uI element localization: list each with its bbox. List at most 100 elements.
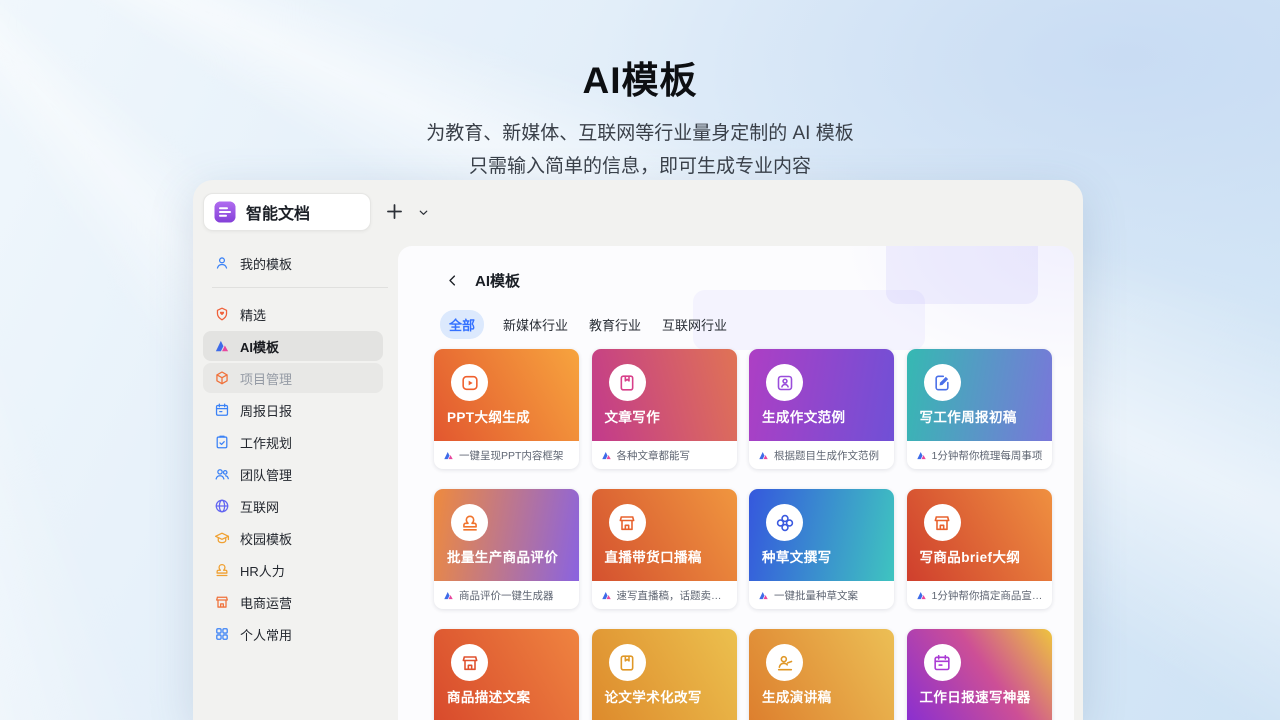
ai-logo-icon	[758, 450, 769, 461]
ai-logo-icon	[601, 590, 612, 601]
card-title: 直播带货口播稿	[605, 546, 702, 566]
play-square-icon	[451, 364, 488, 401]
template-card-2[interactable]: 生成作文范例 根据题目生成作文范例	[749, 349, 894, 469]
clipboard-check-icon	[214, 434, 230, 450]
page-subtitle-line1: 为教育、新媒体、互联网等行业量身定制的 AI 模板	[0, 118, 1280, 151]
panel-title: AI模板	[475, 270, 520, 291]
sidebar-item-label: 个人常用	[240, 625, 292, 644]
template-card-7[interactable]: 写商品brief大纲 1分钟帮你搞定商品宣传…	[907, 489, 1052, 609]
chevron-down-icon	[417, 206, 430, 219]
sidebar-item-11[interactable]: 个人常用	[203, 619, 383, 649]
sidebar-item-4[interactable]: 周报日报	[203, 395, 383, 425]
card-footer: 一键呈现PPT内容框架	[434, 441, 579, 469]
sidebar-item-1[interactable]: 精选	[203, 299, 383, 329]
card-title: 文章写作	[605, 406, 661, 426]
page-subtitle: 为教育、新媒体、互联网等行业量身定制的 AI 模板 只需输入简单的信息，即可生成…	[0, 118, 1280, 183]
app-tab-smart-doc[interactable]: 智能文档	[203, 193, 371, 231]
card-title: 论文学术化改写	[605, 686, 702, 706]
tab-dropdown-button[interactable]	[415, 205, 431, 219]
template-card-6[interactable]: 种草文撰写 一键批量种草文案	[749, 489, 894, 609]
sidebar-item-2[interactable]: AI模板	[203, 331, 383, 361]
template-card-0[interactable]: PPT大纲生成 一键呈现PPT内容框架	[434, 349, 579, 469]
plus-icon	[384, 201, 405, 222]
category-tabs: 全部新媒体行业教育行业互联网行业	[440, 310, 729, 339]
template-card-3[interactable]: 写工作周报初稿 1分钟帮你梳理每周事项	[907, 349, 1052, 469]
template-card-10[interactable]: 生成演讲稿	[749, 629, 894, 720]
sidebar-item-3[interactable]: 项目管理	[203, 363, 383, 393]
new-tab-button[interactable]	[383, 200, 405, 222]
card-description: 各种文章都能写	[617, 448, 691, 463]
sidebar-item-label: 工作规划	[240, 433, 292, 452]
card-cover: 直播带货口播稿	[592, 489, 737, 581]
person-card-icon	[766, 364, 803, 401]
card-cover: 种草文撰写	[749, 489, 894, 581]
card-cover: 论文学术化改写	[592, 629, 737, 720]
page-title: AI模板	[0, 50, 1280, 104]
ai-logo-icon	[758, 590, 769, 601]
card-footer: 商品评价一键生成器	[434, 581, 579, 609]
ai-logo-icon	[443, 590, 454, 601]
speaker-icon	[766, 644, 803, 681]
sidebar-item-label: 周报日报	[240, 401, 292, 420]
tab-0[interactable]: 全部	[440, 310, 484, 339]
heart-badge-icon	[214, 306, 230, 322]
template-card-4[interactable]: 批量生产商品评价 商品评价一键生成器	[434, 489, 579, 609]
tab-2[interactable]: 教育行业	[587, 310, 643, 339]
sidebar-item-label: 团队管理	[240, 465, 292, 484]
card-description: 根据题目生成作文范例	[774, 448, 879, 463]
app-window: 智能文档 我的模板 精选 AI模板 项目管理 周报日报 工作规划 团队管理 互联…	[193, 180, 1083, 720]
sidebar-item-label: 互联网	[240, 497, 279, 516]
back-button[interactable]	[445, 273, 461, 289]
card-footer: 一键批量种草文案	[749, 581, 894, 609]
card-cover: 商品描述文案	[434, 629, 579, 720]
users-icon	[214, 466, 230, 482]
card-cover: 写工作周报初稿	[907, 349, 1052, 441]
sidebar-item-10[interactable]: 电商运营	[203, 587, 383, 617]
chevron-left-icon	[445, 273, 460, 289]
template-card-11[interactable]: 工作日报速写神器	[907, 629, 1052, 720]
sidebar-item-0[interactable]: 我的模板	[203, 248, 383, 278]
sidebar-item-7[interactable]: 互联网	[203, 491, 383, 521]
card-description: 一键批量种草文案	[774, 588, 858, 603]
card-footer: 速写直播稿，话题卖点…	[592, 581, 737, 609]
calendar-icon	[924, 644, 961, 681]
book-icon	[609, 644, 646, 681]
store-icon	[214, 594, 230, 610]
card-cover: 批量生产商品评价	[434, 489, 579, 581]
template-card-8[interactable]: 商品描述文案	[434, 629, 579, 720]
tab-3[interactable]: 互联网行业	[660, 310, 729, 339]
app-tab-label: 智能文档	[246, 200, 310, 224]
content-panel: AI模板 全部新媒体行业教育行业互联网行业 PPT大纲生成 一键呈现PPT内容框…	[398, 246, 1074, 720]
edit-doc-icon	[924, 364, 961, 401]
card-title: 写工作周报初稿	[920, 406, 1017, 426]
sidebar-item-8[interactable]: 校园模板	[203, 523, 383, 553]
card-description: 1分钟帮你搞定商品宣传…	[932, 588, 1043, 603]
sidebar-item-5[interactable]: 工作规划	[203, 427, 383, 457]
store-icon	[609, 504, 646, 541]
card-footer: 根据题目生成作文范例	[749, 441, 894, 469]
template-card-grid: PPT大纲生成 一键呈现PPT内容框架 文章写作 各种文章都能写 生成作文范例 …	[434, 349, 1052, 720]
stamp-icon	[451, 504, 488, 541]
store-icon	[451, 644, 488, 681]
template-card-9[interactable]: 论文学术化改写	[592, 629, 737, 720]
template-card-5[interactable]: 直播带货口播稿 速写直播稿，话题卖点…	[592, 489, 737, 609]
calendar-icon	[214, 402, 230, 418]
window-topbar: 智能文档	[193, 180, 1083, 240]
knot-icon	[766, 504, 803, 541]
ai-logo-icon	[916, 450, 927, 461]
tab-1[interactable]: 新媒体行业	[501, 310, 570, 339]
sidebar-item-label: 精选	[240, 305, 266, 324]
template-card-1[interactable]: 文章写作 各种文章都能写	[592, 349, 737, 469]
card-footer: 1分钟帮你搞定商品宣传…	[907, 581, 1052, 609]
book-icon	[609, 364, 646, 401]
sidebar-item-label: 校园模板	[240, 529, 292, 548]
sidebar-item-label: 电商运营	[240, 593, 292, 612]
panel-decoration	[886, 246, 1038, 304]
card-title: 批量生产商品评价	[447, 546, 558, 566]
sidebar-item-6[interactable]: 团队管理	[203, 459, 383, 489]
smart-doc-icon	[213, 200, 237, 224]
sidebar-item-label: AI模板	[240, 337, 279, 356]
card-cover: 工作日报速写神器	[907, 629, 1052, 720]
card-cover: 文章写作	[592, 349, 737, 441]
sidebar-item-9[interactable]: HR人力	[203, 555, 383, 585]
